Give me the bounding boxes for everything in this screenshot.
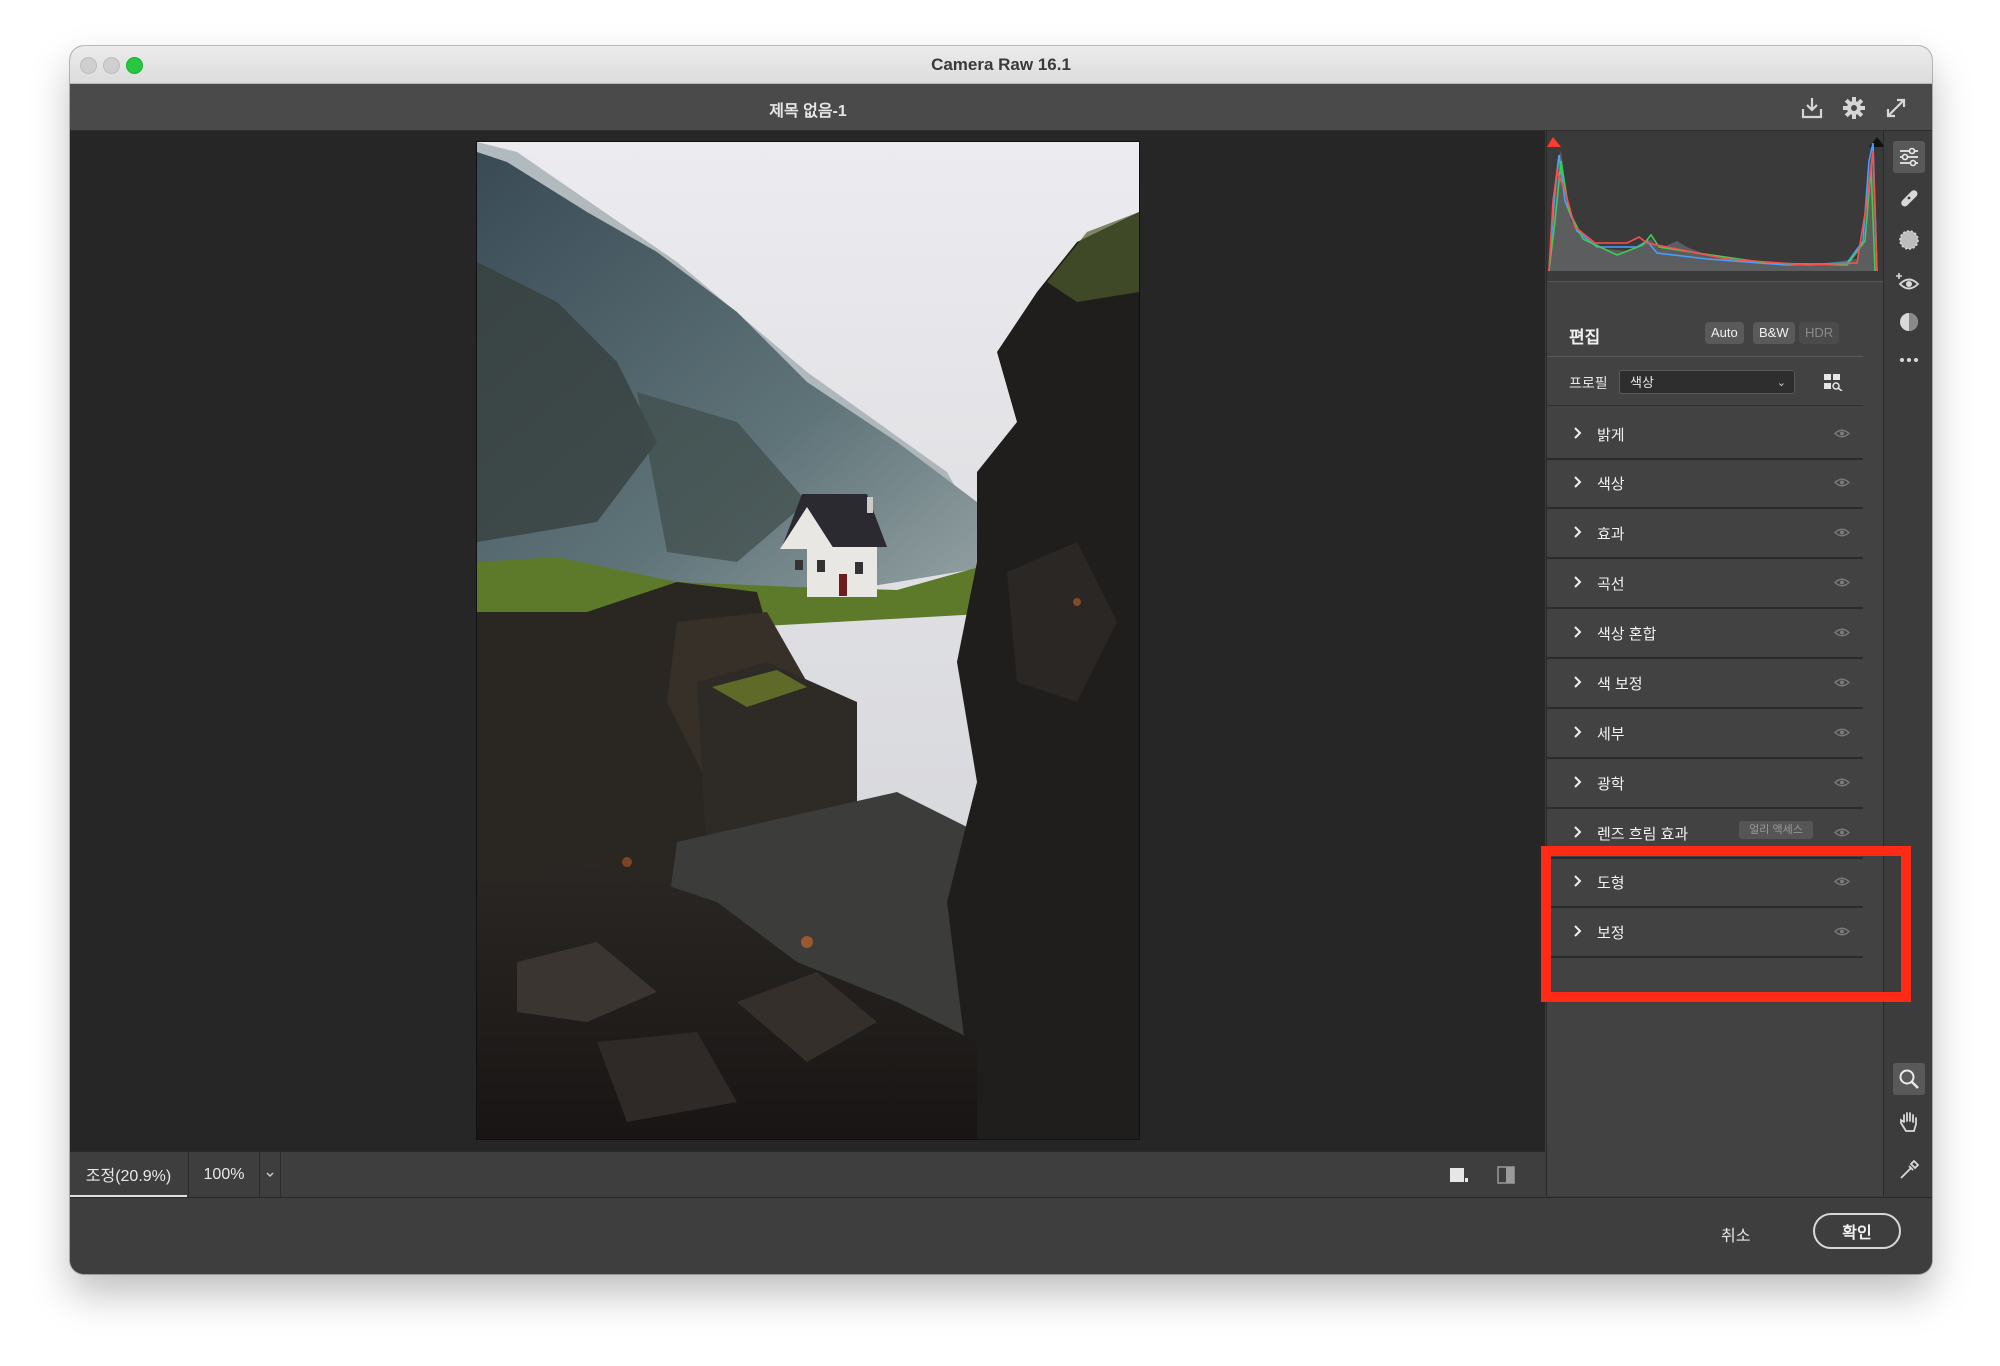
document-title: 제목 없음-1 [769, 103, 847, 120]
edit-panel: 편집 Auto B&W HDR 프로필 색상 ⌄ 밝게 색상 효과 곡선 색상 혼합 [1546, 131, 1885, 1196]
section-label: 광학 [1597, 776, 1625, 793]
edit-sliders-icon[interactable] [1893, 141, 1925, 173]
red-eye-icon[interactable] [1896, 269, 1922, 295]
section-label: 색 보정 [1597, 676, 1643, 693]
before-after-view-icon[interactable] [1495, 1164, 1517, 1186]
panel-section[interactable]: 색 보정 [1547, 658, 1863, 709]
section-label: 렌즈 흐림 효과 [1597, 826, 1689, 843]
presets-icon[interactable] [1896, 309, 1922, 335]
hdr-button[interactable]: HDR [1799, 322, 1840, 344]
zoom-icon[interactable] [1893, 1063, 1925, 1095]
profile-row: 프로필 색상 ⌄ [1547, 359, 1863, 406]
chevron-right-icon [1574, 427, 1582, 439]
title-bar: Camera Raw 16.1 [70, 46, 1932, 84]
profile-select-value: 색상 [1630, 375, 1654, 390]
ok-button[interactable]: 확인 [1813, 1213, 1901, 1249]
fullscreen-icon[interactable] [1882, 94, 1910, 122]
section-label: 곡선 [1597, 576, 1625, 593]
chevron-right-icon [1574, 826, 1582, 838]
chevron-right-icon [1574, 726, 1582, 738]
histogram-divider [1547, 281, 1883, 282]
section-label: 색상 혼합 [1597, 626, 1657, 643]
chevron-right-icon [1574, 676, 1582, 688]
panel-section[interactable]: 밝게 [1547, 409, 1863, 460]
panel-section[interactable]: 색상 혼합 [1547, 608, 1863, 659]
chevron-right-icon [1574, 526, 1582, 538]
visibility-eye-icon[interactable] [1834, 777, 1850, 788]
zoom-dropdown[interactable] [260, 1152, 281, 1197]
panel-section[interactable]: 효과 [1547, 508, 1863, 559]
edit-title: 편집 [1569, 328, 1601, 347]
profile-label: 프로필 [1569, 375, 1608, 391]
visibility-eye-icon[interactable] [1834, 627, 1850, 638]
chevron-right-icon [1574, 576, 1582, 588]
chevron-right-icon [1574, 776, 1582, 788]
panel-section[interactable]: 곡선 [1547, 558, 1863, 609]
chevron-down-icon [266, 1172, 274, 1177]
masking-icon[interactable] [1896, 227, 1922, 253]
section-label: 밝게 [1597, 427, 1625, 444]
document-bar: 제목 없음-1 [70, 84, 1932, 131]
edit-header: 편집 Auto B&W HDR [1547, 311, 1863, 357]
bw-button[interactable]: B&W [1753, 322, 1795, 344]
section-label: 세부 [1597, 726, 1625, 743]
healing-brush-icon[interactable] [1896, 185, 1922, 211]
visibility-eye-icon[interactable] [1834, 477, 1850, 488]
tool-strip [1883, 131, 1932, 1222]
window-title: Camera Raw 16.1 [931, 55, 1071, 74]
view-bar: 조정(20.9%) 100% [70, 1151, 1545, 1198]
camera-raw-window: Camera Raw 16.1 제목 없음-1 조정(20.9%) 100% 편… [70, 46, 1932, 1274]
chevron-right-icon [1574, 476, 1582, 488]
panel-section[interactable]: 색상 [1547, 458, 1863, 509]
panel-section[interactable]: 세부 [1547, 708, 1863, 759]
visibility-eye-icon[interactable] [1834, 727, 1850, 738]
fit-zoom-button[interactable]: 조정(20.9%) [70, 1152, 187, 1198]
color-sampler-icon[interactable] [1896, 1157, 1922, 1183]
profile-select[interactable]: 색상 ⌄ [1619, 370, 1795, 394]
section-label: 색상 [1597, 476, 1625, 493]
dialog-footer: 취소 확인 [70, 1197, 1932, 1274]
highlight-box [1541, 846, 1911, 1002]
early-access-badge: 얼리 액세스 [1739, 821, 1813, 839]
hand-icon[interactable] [1896, 1109, 1922, 1135]
visibility-eye-icon[interactable] [1834, 677, 1850, 688]
section-label: 효과 [1597, 526, 1625, 543]
zoom-100-button[interactable]: 100% [188, 1152, 260, 1197]
visibility-eye-icon[interactable] [1834, 428, 1850, 439]
chevron-right-icon [1574, 626, 1582, 638]
more-icon[interactable] [1896, 347, 1922, 373]
histogram [1547, 131, 1885, 281]
profile-browser-icon[interactable] [1823, 373, 1843, 392]
visibility-eye-icon[interactable] [1834, 527, 1850, 538]
panel-section[interactable]: 광학 [1547, 758, 1863, 809]
save-download-icon[interactable] [1798, 94, 1826, 122]
photo-preview[interactable] [476, 141, 1140, 1140]
settings-gear-icon[interactable] [1840, 94, 1868, 122]
single-view-icon[interactable] [1448, 1164, 1470, 1186]
visibility-eye-icon[interactable] [1834, 577, 1850, 588]
cancel-button[interactable]: 취소 [1721, 1222, 1750, 1246]
auto-button[interactable]: Auto [1705, 322, 1744, 344]
visibility-eye-icon[interactable] [1834, 827, 1850, 838]
image-canvas[interactable] [70, 131, 1545, 1196]
chevron-down-icon: ⌄ [1776, 377, 1786, 389]
